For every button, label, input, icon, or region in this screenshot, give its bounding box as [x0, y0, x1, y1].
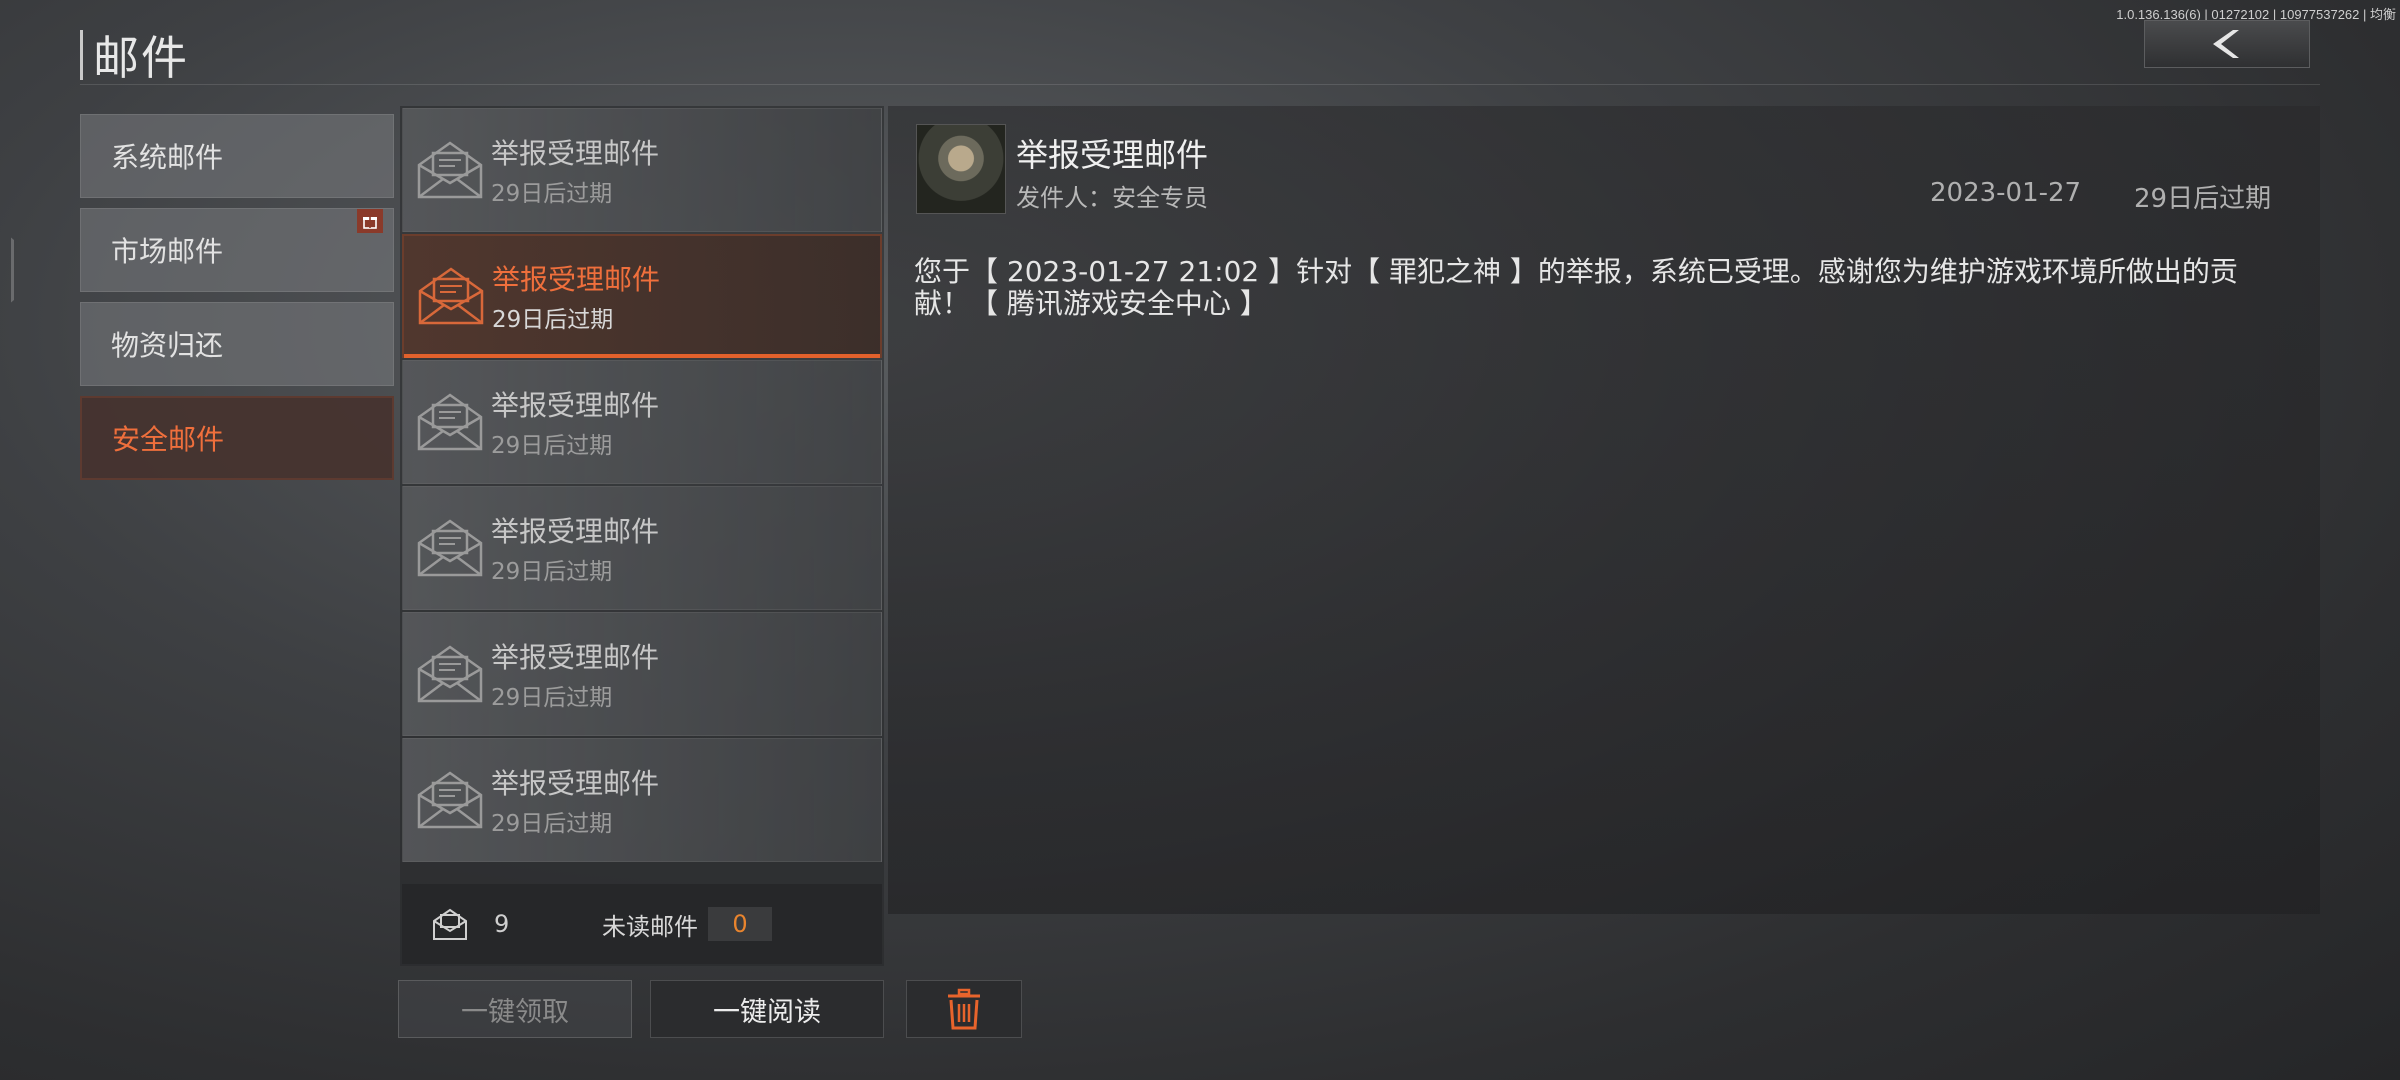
mail-list-item[interactable]: 举报受理邮件 29日后过期 [402, 612, 882, 736]
mail-subject: 举报受理邮件 [1016, 136, 1209, 174]
mail-detail-header: 举报受理邮件 发件人：安全专员 [916, 124, 1208, 214]
page-title: 邮件 [93, 31, 189, 85]
header-divider [80, 84, 2320, 85]
mail-title: 举报受理邮件 [492, 263, 661, 296]
gift-icon [357, 209, 383, 233]
mail-list[interactable]: 举报受理邮件 29日后过期 举报受理邮件 29日后过期 举报受理邮件 29日后过… [402, 108, 882, 882]
claim-all-button[interactable]: 一键领取 [398, 980, 632, 1038]
mail-expire: 29日后过期 [2134, 184, 2272, 214]
category-label: 安全邮件 [112, 423, 225, 456]
category-label: 系统邮件 [111, 141, 224, 174]
open-envelope-icon [417, 519, 483, 577]
back-button[interactable] [2144, 20, 2310, 68]
category-label: 物资归还 [111, 329, 224, 362]
mail-list-panel: 举报受理邮件 29日后过期 举报受理邮件 29日后过期 举报受理邮件 29日后过… [400, 106, 884, 966]
open-envelope-icon [417, 393, 483, 451]
open-envelope-icon [418, 267, 484, 325]
category-label: 市场邮件 [111, 235, 224, 268]
title-accent-bar [80, 30, 83, 80]
mail-expiry: 29日后过期 [491, 433, 613, 459]
mail-list-item-selected[interactable]: 举报受理邮件 29日后过期 [402, 234, 882, 358]
category-supply-return[interactable]: 物资归还 [80, 302, 394, 386]
read-all-button[interactable]: 一键阅读 [650, 980, 884, 1038]
mail-title: 举报受理邮件 [491, 389, 660, 422]
mail-detail-panel: 举报受理邮件 发件人：安全专员 2023-01-27 29日后过期 您于【 20… [888, 106, 2320, 914]
mail-title: 举报受理邮件 [491, 767, 660, 800]
left-edge-decoration [0, 220, 14, 320]
mail-list-item[interactable]: 举报受理邮件 29日后过期 [402, 360, 882, 484]
trash-icon [948, 988, 980, 1030]
mail-list-footer: 9 未读邮件 0 [402, 884, 882, 964]
mail-expiry: 29日后过期 [491, 181, 613, 207]
mail-body: 您于【 2023-01-27 21:02 】针对【 罪犯之神 】的举报，系统已受… [914, 255, 2238, 320]
page-header: 邮件 [80, 22, 189, 88]
mail-date: 2023-01-27 [1930, 178, 2082, 208]
mail-list-item[interactable]: 举报受理邮件 29日后过期 [402, 486, 882, 610]
open-envelope-icon [417, 141, 483, 199]
open-envelope-icon [417, 645, 483, 703]
mail-expiry: 29日后过期 [491, 811, 613, 837]
delete-button[interactable] [906, 980, 1022, 1038]
unread-label: 未读邮件 [602, 912, 698, 941]
mail-total-count: 9 [494, 910, 510, 938]
mail-title: 举报受理邮件 [491, 515, 660, 548]
category-system-mail[interactable]: 系统邮件 [80, 114, 394, 198]
mail-count-icon [433, 908, 467, 940]
mail-title: 举报受理邮件 [491, 137, 660, 170]
open-envelope-icon [417, 771, 483, 829]
mail-expiry: 29日后过期 [492, 307, 614, 333]
mail-expiry: 29日后过期 [491, 685, 613, 711]
sender-avatar [916, 124, 1006, 214]
back-arrow-icon [2213, 30, 2239, 58]
unread-count: 0 [708, 907, 772, 941]
mail-list-item[interactable]: 举报受理邮件 29日后过期 [402, 738, 882, 862]
mail-expiry: 29日后过期 [491, 559, 613, 585]
mail-sender: 发件人：安全专员 [1016, 184, 1208, 212]
mail-title: 举报受理邮件 [491, 641, 660, 674]
mail-list-item[interactable]: 举报受理邮件 29日后过期 [402, 108, 882, 232]
category-security-mail[interactable]: 安全邮件 [80, 396, 394, 480]
category-market-mail[interactable]: 市场邮件 [80, 208, 394, 292]
category-list: 系统邮件 市场邮件 物资归还 安全邮件 [80, 114, 394, 490]
